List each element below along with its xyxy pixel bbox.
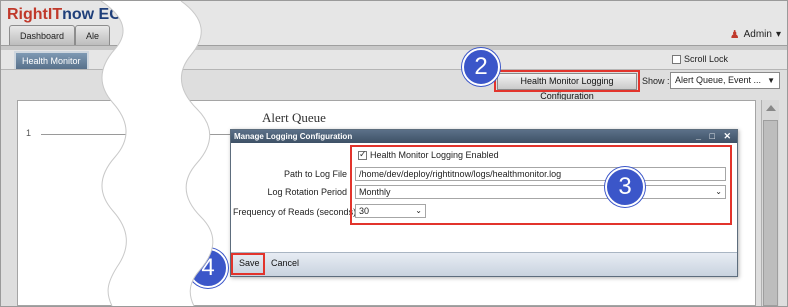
app-window: RightITnow ECM ♟ Admin ▾ Dashboard Ale H…	[0, 0, 788, 307]
torn-edge-overlay	[100, 1, 214, 306]
